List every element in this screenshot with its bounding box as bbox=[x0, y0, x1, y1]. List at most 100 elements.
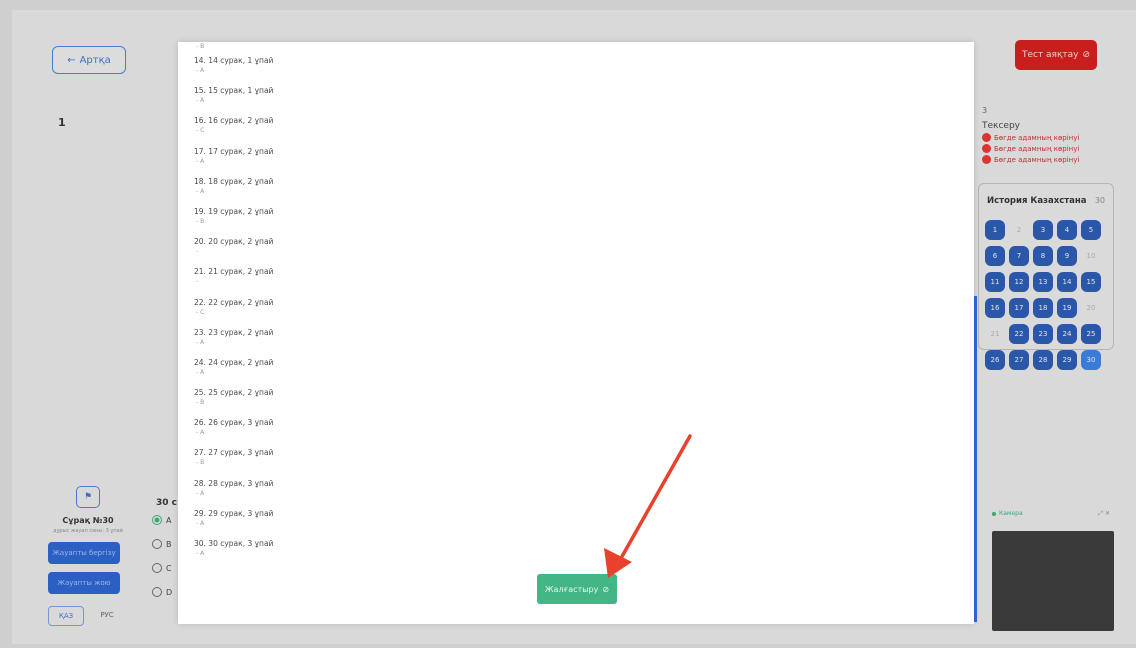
question-number-12[interactable]: 12 bbox=[1009, 272, 1029, 292]
answer-question-label: 23. 23 сурак, 2 ұпай bbox=[194, 327, 274, 337]
question-number-13[interactable]: 13 bbox=[1033, 272, 1053, 292]
answer-summary-item: 18. 18 сурак, 2 ұпай - A bbox=[194, 176, 273, 206]
radio-icon[interactable] bbox=[152, 563, 162, 573]
answer-value: - B bbox=[196, 399, 205, 407]
camera-controls-icon[interactable]: ⤢ ✕ bbox=[1098, 510, 1110, 518]
answer-option-label: A bbox=[166, 515, 172, 525]
answer-summary-item: 16. 16 сурак, 2 ұпай - C bbox=[194, 115, 273, 145]
flag-icon: ⚑ bbox=[83, 492, 93, 502]
question-number-26[interactable]: 26 bbox=[985, 350, 1005, 370]
arrow-left-icon: ← bbox=[67, 54, 76, 66]
delete-answer-button[interactable]: Жауапты жою bbox=[48, 572, 120, 594]
question-subtitle: дұрыс жауап саны: 3 ұпай bbox=[53, 528, 123, 534]
answer-summary-item: 27. 27 сурак, 3 ұпай - B bbox=[194, 447, 273, 477]
violations-block: 3 Тексеру Бөгде адамның көрінуі Бөгде ада… bbox=[982, 106, 1112, 164]
scrollbar[interactable] bbox=[974, 296, 977, 622]
content-row-number: 1 bbox=[58, 116, 66, 129]
answer-question-label: 17. 17 сурак, 2 ұпай bbox=[194, 146, 274, 156]
question-title: Сұрақ №30 bbox=[62, 516, 114, 525]
violation-label: Бөгде адамның көрінуі bbox=[994, 144, 1080, 153]
camera-label-text: Камера bbox=[999, 510, 1023, 517]
answer-question-label: 20. 20 сурак, 2 ұпай bbox=[194, 237, 274, 247]
answer-value: - bbox=[196, 248, 199, 256]
answer-value: - B bbox=[196, 459, 205, 467]
subject-count: 30 bbox=[1094, 196, 1105, 205]
radio-icon[interactable] bbox=[152, 587, 162, 597]
answer-summary-item: 14. 14 сурак, 1 ұпай - A bbox=[194, 55, 273, 85]
question-number-17[interactable]: 17 bbox=[1009, 298, 1029, 318]
answer-summary-item: 25. 25 сурак, 2 ұпай - B bbox=[194, 387, 273, 417]
answer-summary-item: 22. 22 сурак, 2 ұпай - C bbox=[194, 297, 273, 327]
question-number-16[interactable]: 16 bbox=[985, 298, 1005, 318]
answer-option-label: B bbox=[166, 539, 172, 549]
answer-option-d[interactable]: D bbox=[152, 580, 172, 604]
answer-question-label: 28. 28 сурак, 3 ұпай bbox=[194, 478, 274, 488]
answer-question-label: 18. 18 сурак, 2 ұпай bbox=[194, 176, 274, 186]
flag-button[interactable]: ⚑ bbox=[76, 486, 100, 508]
answer-question-label: 15. 15 сурак, 1 ұпай bbox=[194, 86, 274, 96]
answer-question-label: 29. 29 сурак, 3 ұпай bbox=[194, 508, 274, 518]
question-number-24[interactable]: 24 bbox=[1057, 324, 1077, 344]
question-number-18[interactable]: 18 bbox=[1033, 298, 1053, 318]
question-number-23[interactable]: 23 bbox=[1033, 324, 1053, 344]
answer-summary-item: 29. 29 сурак, 3 ұпай - A bbox=[194, 508, 273, 538]
question-number-grid: 1 2 3 4 5 6 7 8 9 10 11 12 13 14 15 16 17 18 19 20 21 22 23 24 2… bbox=[985, 220, 1101, 370]
question-number-10[interactable]: 10 bbox=[1081, 246, 1101, 266]
question-number-29[interactable]: 29 bbox=[1057, 350, 1077, 370]
answer-value: - A bbox=[196, 187, 205, 195]
answer-value: - C bbox=[196, 127, 205, 135]
question-number-7[interactable]: 7 bbox=[1009, 246, 1029, 266]
answer-value: - A bbox=[196, 550, 205, 557]
answer-summary-item: 21. 21 сурак, 2 ұпай - bbox=[194, 266, 273, 296]
answer-value: - A bbox=[196, 67, 205, 74]
question-number-22[interactable]: 22 bbox=[1009, 324, 1029, 344]
subject-title: История Казахстана bbox=[987, 196, 1087, 206]
answer-question-label: 14. 14 сурак, 1 ұпай bbox=[194, 56, 274, 65]
answer-options: A B C D bbox=[152, 508, 172, 604]
lang-rus-button[interactable]: РУС bbox=[90, 606, 124, 624]
answer-question-label: 21. 21 сурак, 2 ұпай bbox=[194, 267, 274, 277]
continue-button[interactable]: Жалғастыру ⊘ bbox=[537, 574, 617, 604]
question-number-5[interactable]: 5 bbox=[1081, 220, 1101, 240]
answer-value: - A bbox=[196, 338, 205, 346]
finish-test-button[interactable]: Тест аяқтау ⊘ bbox=[1015, 40, 1097, 70]
question-number-19[interactable]: 19 bbox=[1057, 298, 1077, 318]
question-number-6[interactable]: 6 bbox=[985, 246, 1005, 266]
answer-question-label: 19. 19 сурак, 2 ұпай bbox=[194, 206, 274, 216]
question-number-9[interactable]: 9 bbox=[1057, 246, 1077, 266]
question-number-30[interactable]: 30 bbox=[1081, 350, 1101, 370]
radio-icon[interactable] bbox=[152, 539, 162, 549]
question-number-4[interactable]: 4 bbox=[1057, 220, 1077, 240]
answer-value: - A bbox=[196, 429, 205, 437]
answer-value: - A bbox=[196, 97, 205, 105]
question-number-20[interactable]: 20 bbox=[1081, 298, 1101, 318]
question-number-27[interactable]: 27 bbox=[1009, 350, 1029, 370]
question-number-28[interactable]: 28 bbox=[1033, 350, 1053, 370]
save-answer-button[interactable]: Жауапты бергізу bbox=[48, 542, 120, 564]
answer-summary-item: 28. 28 сурак, 3 ұпай - A bbox=[194, 478, 273, 508]
answer-value: - A bbox=[196, 157, 205, 165]
question-number-14[interactable]: 14 bbox=[1057, 272, 1077, 292]
subject-panel: История Казахстана 30 1 2 3 4 5 6 7 8 9 10 11 12 13 1… bbox=[978, 183, 1114, 370]
answer-option-c[interactable]: C bbox=[152, 556, 172, 580]
continue-button-label: Жалғастыру bbox=[544, 584, 599, 594]
answer-value: - B bbox=[196, 43, 205, 50]
violations-count: 3 bbox=[982, 106, 988, 115]
answer-option-label: C bbox=[166, 563, 172, 573]
question-number-11[interactable]: 11 bbox=[985, 272, 1005, 292]
question-number-2[interactable]: 2 bbox=[1009, 220, 1029, 240]
radio-icon[interactable] bbox=[152, 515, 162, 525]
back-button[interactable]: ← Артқа bbox=[52, 46, 126, 74]
answer-value: - C bbox=[196, 308, 205, 316]
continue-icon: ⊘ bbox=[602, 584, 610, 594]
question-number-15[interactable]: 15 bbox=[1081, 272, 1101, 292]
question-number-25[interactable]: 25 bbox=[1081, 324, 1101, 344]
answer-question-label: 30. 30 сурак, 3 ұпай bbox=[194, 539, 274, 548]
lang-kaz-button[interactable]: ҚАЗ bbox=[48, 606, 84, 626]
answer-option-a[interactable]: A bbox=[152, 508, 172, 532]
question-number-1[interactable]: 1 bbox=[985, 220, 1005, 240]
answer-option-b[interactable]: B bbox=[152, 532, 172, 556]
question-number-3[interactable]: 3 bbox=[1033, 220, 1053, 240]
question-number-8[interactable]: 8 bbox=[1033, 246, 1053, 266]
question-number-21[interactable]: 21 bbox=[985, 324, 1005, 344]
